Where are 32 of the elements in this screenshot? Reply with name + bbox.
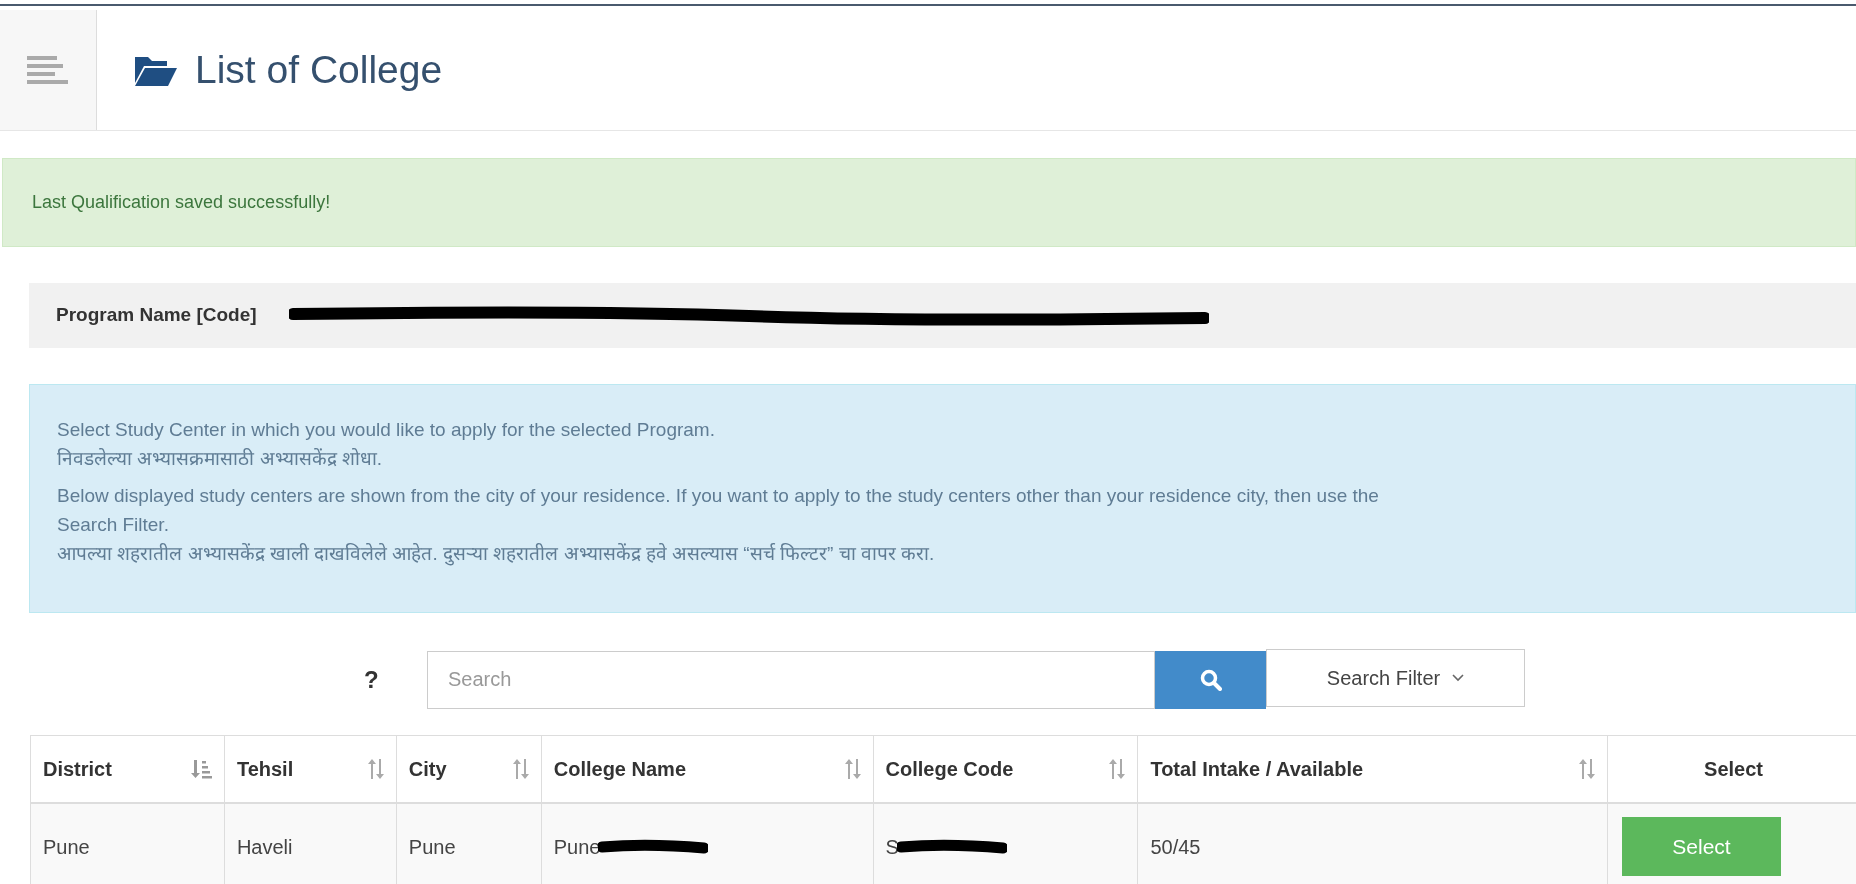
info-text: Select Study Center in which you would like to apply for the selected Program. — [57, 418, 716, 442]
search-field[interactable]: Search — [427, 650, 1155, 709]
column-header[interactable]: College Name — [553, 753, 686, 784]
column-header[interactable]: Tehsil — [236, 753, 294, 784]
sort-icon — [844, 758, 861, 779]
info-text: आपल्या शहरातील अभ्यासकेंद्र खाली दाखविलेले आहेत. दुसऱ्या शहरातील अभ्यासकेंद्र हवे असल्यास “सर्च फिल्टर” चा वापर करा. — [57, 542, 936, 568]
search-icon — [1199, 668, 1222, 691]
search-button[interactable] — [1155, 650, 1266, 709]
sort-icon — [367, 758, 384, 779]
sort-icon — [512, 758, 529, 779]
table-cell-text: Haveli — [236, 834, 293, 860]
table-cell-text: Pune — [43, 834, 90, 860]
success-message: Last Qualification saved successfully! — [32, 191, 331, 214]
menu-icon — [27, 54, 69, 86]
info-text: निवडलेल्या अभ्यासक्रमासाठी अभ्यासकेंद्र शोधा. — [57, 447, 384, 471]
page-title: List of College — [195, 46, 443, 93]
info-text: Below displayed study centers are shown from the city of your residence. If you want to apply to the study centers other than your residence city, then use the Search Filter. — [57, 484, 1380, 537]
help-icon[interactable]: ? — [364, 661, 427, 698]
menu-button[interactable] — [0, 10, 97, 130]
sort-ascending-icon — [189, 758, 212, 779]
sort-icon — [1579, 758, 1596, 779]
column-header[interactable]: City — [408, 753, 447, 784]
search-filter-dropdown[interactable]: Search Filter — [1266, 648, 1525, 707]
chevron-down-icon — [1452, 673, 1465, 682]
table-cell-text: Pune — [553, 834, 601, 860]
program-label: Program Name [Code] — [56, 303, 257, 328]
column-header: Select — [1704, 756, 1763, 782]
table-cell-text: Pune — [408, 834, 456, 860]
table-cell-text: 50/45 — [1150, 834, 1201, 860]
column-header[interactable]: District — [43, 753, 112, 784]
sort-icon — [1109, 758, 1126, 779]
table-cell-text: S — [885, 834, 899, 860]
